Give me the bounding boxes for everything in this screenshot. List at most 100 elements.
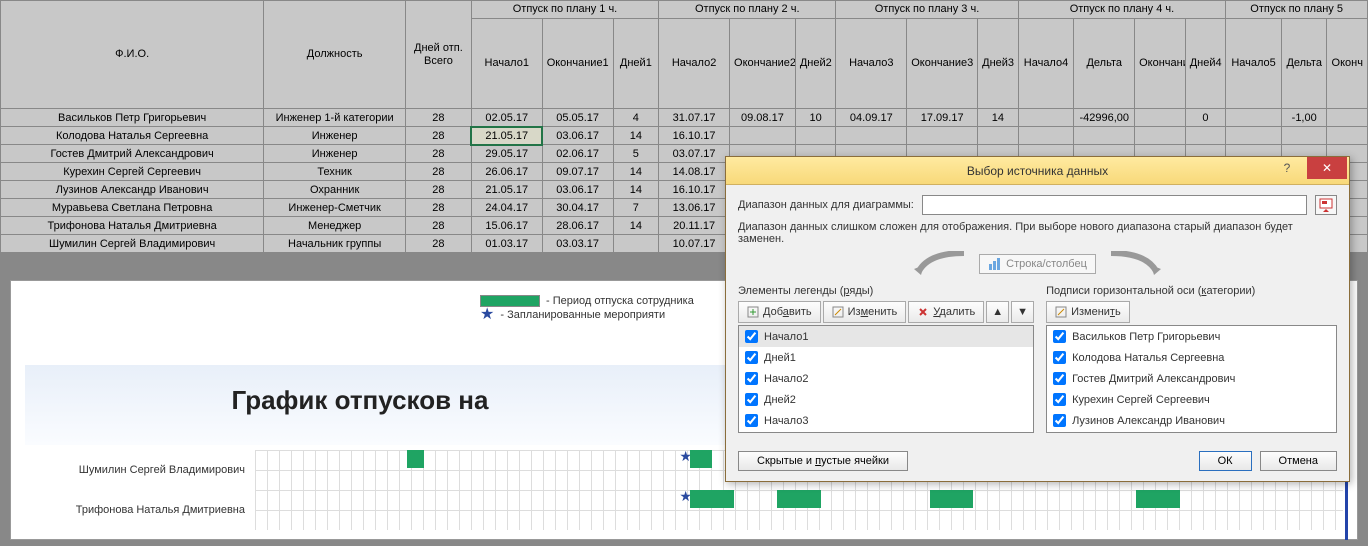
cell[interactable]: 26.06.17 — [471, 163, 542, 181]
cell[interactable]: 24.04.17 — [471, 199, 542, 217]
cell[interactable]: 03.06.17 — [542, 181, 613, 199]
cell[interactable]: 0 — [1185, 109, 1226, 127]
series-checkbox[interactable] — [745, 393, 758, 406]
cell[interactable] — [1327, 109, 1368, 127]
cell[interactable]: 15.06.17 — [471, 217, 542, 235]
cell[interactable]: 28 — [406, 217, 472, 235]
add-series-button[interactable]: Добавить — [738, 301, 821, 323]
cell[interactable]: 28 — [406, 109, 472, 127]
category-item[interactable]: Гостев Дмитрий Александрович — [1047, 368, 1336, 389]
cell[interactable]: -42996,00 — [1074, 109, 1135, 127]
edit-series-button[interactable]: Изменить — [823, 301, 907, 323]
cell[interactable]: 14 — [978, 109, 1019, 127]
categories-listbox[interactable]: Васильков Петр ГригорьевичКолодова Натал… — [1046, 325, 1337, 433]
cell[interactable] — [1226, 127, 1282, 145]
category-item[interactable]: Лузинов Александр Иванович — [1047, 410, 1336, 431]
series-item[interactable]: Дней1 — [739, 347, 1033, 368]
cell[interactable]: Техник — [264, 163, 406, 181]
cell[interactable]: 03.06.17 — [542, 127, 613, 145]
cell[interactable]: 4 — [613, 109, 659, 127]
cell[interactable]: Инженер — [264, 127, 406, 145]
series-checkbox[interactable] — [745, 351, 758, 364]
category-item[interactable]: Колодова Наталья Сергеевна — [1047, 347, 1336, 368]
move-down-button[interactable]: ▼ — [1011, 301, 1034, 323]
cell[interactable]: 28 — [406, 199, 472, 217]
cell[interactable]: 05.05.17 — [542, 109, 613, 127]
cell[interactable]: 10.07.17 — [659, 235, 730, 253]
cell[interactable] — [836, 127, 907, 145]
cell[interactable] — [1226, 109, 1282, 127]
cell[interactable]: 14 — [613, 181, 659, 199]
cell[interactable]: 14 — [613, 163, 659, 181]
ok-button[interactable]: ОК — [1199, 451, 1252, 471]
category-checkbox[interactable] — [1053, 393, 1066, 406]
cell[interactable]: 14 — [613, 127, 659, 145]
close-button[interactable]: ✕ — [1307, 157, 1347, 179]
cell[interactable]: 28 — [406, 163, 472, 181]
cell[interactable]: 7 — [613, 199, 659, 217]
cell[interactable]: 14.08.17 — [659, 163, 730, 181]
cell[interactable] — [613, 235, 659, 253]
cell[interactable]: Колодова Наталья Сергеевна — [1, 127, 264, 145]
cell[interactable] — [1018, 127, 1074, 145]
category-checkbox[interactable] — [1053, 330, 1066, 343]
cell[interactable]: 03.07.17 — [659, 145, 730, 163]
cell[interactable] — [730, 127, 796, 145]
chart-data-range-input[interactable] — [922, 195, 1307, 215]
cell[interactable]: 09.08.17 — [730, 109, 796, 127]
cell[interactable]: Охранник — [264, 181, 406, 199]
hidden-empty-cells-button[interactable]: Скрытые и пустые ячейки — [738, 451, 908, 471]
cell[interactable]: Курехин Сергей Сергеевич — [1, 163, 264, 181]
cell[interactable]: 29.05.17 — [471, 145, 542, 163]
series-checkbox[interactable] — [745, 330, 758, 343]
category-checkbox[interactable] — [1053, 351, 1066, 364]
cell[interactable]: 28 — [406, 181, 472, 199]
cell[interactable] — [795, 127, 836, 145]
cancel-button[interactable]: Отмена — [1260, 451, 1337, 471]
cell[interactable]: 21.05.17 — [471, 181, 542, 199]
series-item[interactable]: Начало1 — [739, 326, 1033, 347]
cell[interactable]: Васильков Петр Григорьевич — [1, 109, 264, 127]
cell[interactable]: 10 — [795, 109, 836, 127]
cell[interactable] — [978, 127, 1019, 145]
cell[interactable]: 09.07.17 — [542, 163, 613, 181]
cell[interactable] — [1185, 127, 1226, 145]
series-item[interactable]: Начало2 — [739, 368, 1033, 389]
cell[interactable]: 28.06.17 — [542, 217, 613, 235]
cell[interactable]: 28 — [406, 235, 472, 253]
cell[interactable]: 16.10.17 — [659, 127, 730, 145]
cell[interactable]: Инженер — [264, 145, 406, 163]
cell[interactable]: 13.06.17 — [659, 199, 730, 217]
cell[interactable]: Гостев Дмитрий Александрович — [1, 145, 264, 163]
remove-series-button[interactable]: Удалить — [908, 301, 984, 323]
category-item[interactable]: Курехин Сергей Сергеевич — [1047, 389, 1336, 410]
cell[interactable] — [907, 127, 978, 145]
cell[interactable] — [1018, 109, 1074, 127]
cell[interactable]: Менеджер — [264, 217, 406, 235]
cell[interactable]: 5 — [613, 145, 659, 163]
series-listbox[interactable]: Начало1Дней1Начало2Дней2Начало3 — [738, 325, 1034, 433]
cell[interactable]: Инженер-Сметчик — [264, 199, 406, 217]
cell[interactable]: 04.09.17 — [836, 109, 907, 127]
cell[interactable]: 21.05.17 — [471, 127, 542, 145]
edit-categories-button[interactable]: Изменить — [1046, 301, 1130, 323]
category-checkbox[interactable] — [1053, 372, 1066, 385]
cell[interactable] — [1135, 127, 1186, 145]
cell[interactable]: Шумилин Сергей Владимирович — [1, 235, 264, 253]
cell[interactable]: Начальник группы — [264, 235, 406, 253]
cell[interactable]: Лузинов Александр Иванович — [1, 181, 264, 199]
cell[interactable]: 31.07.17 — [659, 109, 730, 127]
series-checkbox[interactable] — [745, 372, 758, 385]
cell[interactable]: 02.05.17 — [471, 109, 542, 127]
cell[interactable] — [1327, 127, 1368, 145]
cell[interactable]: 02.06.17 — [542, 145, 613, 163]
help-button[interactable]: ? — [1267, 157, 1307, 179]
series-item[interactable]: Дней2 — [739, 389, 1033, 410]
cell[interactable]: -1,00 — [1281, 109, 1327, 127]
move-up-button[interactable]: ▲ — [986, 301, 1009, 323]
cell[interactable]: Муравьева Светлана Петровна — [1, 199, 264, 217]
series-item[interactable]: Начало3 — [739, 410, 1033, 431]
cell[interactable]: 28 — [406, 145, 472, 163]
series-checkbox[interactable] — [745, 414, 758, 427]
category-item[interactable]: Васильков Петр Григорьевич — [1047, 326, 1336, 347]
